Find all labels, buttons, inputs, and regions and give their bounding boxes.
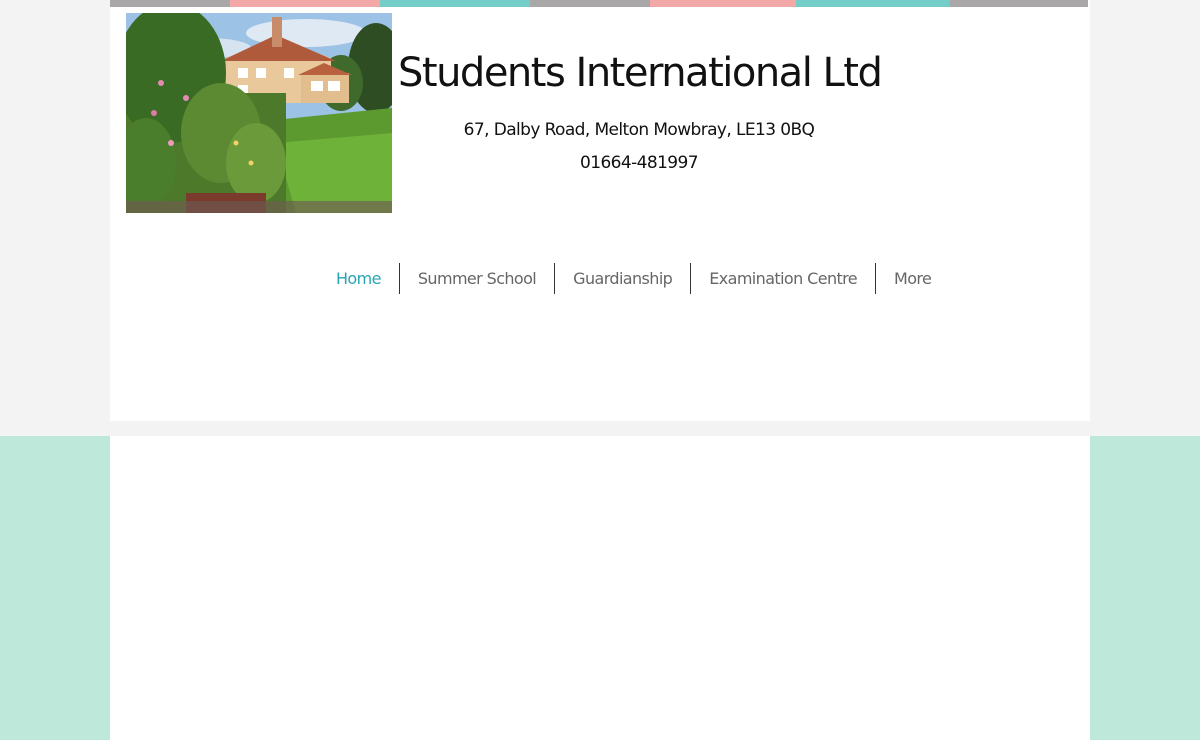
address-text: 67, Dalby Road, Melton Mowbray, LE13 0BQ bbox=[463, 120, 815, 140]
color-strip-segment bbox=[796, 0, 950, 7]
color-strip-segment bbox=[110, 0, 230, 7]
color-strip-segment bbox=[230, 0, 380, 7]
nav-item-guardianship[interactable]: Guardianship bbox=[555, 263, 690, 294]
header-image bbox=[126, 13, 392, 213]
nav-item-more[interactable]: More bbox=[876, 263, 949, 294]
color-strip bbox=[110, 0, 1088, 7]
nav-item-home[interactable]: Home bbox=[318, 263, 399, 294]
color-strip-segment bbox=[530, 0, 650, 7]
main-nav: Home Summer School Guardianship Examinat… bbox=[318, 263, 949, 294]
phone-number: 01664-481997 bbox=[580, 153, 699, 173]
color-strip-segment bbox=[950, 0, 1088, 7]
color-strip-segment bbox=[650, 0, 796, 7]
site-title: Students International Ltd bbox=[398, 50, 883, 96]
nav-item-summer-school[interactable]: Summer School bbox=[400, 263, 554, 294]
nav-item-examination-centre[interactable]: Examination Centre bbox=[691, 263, 875, 294]
content-panel bbox=[110, 436, 1090, 740]
color-strip-segment bbox=[380, 0, 530, 7]
